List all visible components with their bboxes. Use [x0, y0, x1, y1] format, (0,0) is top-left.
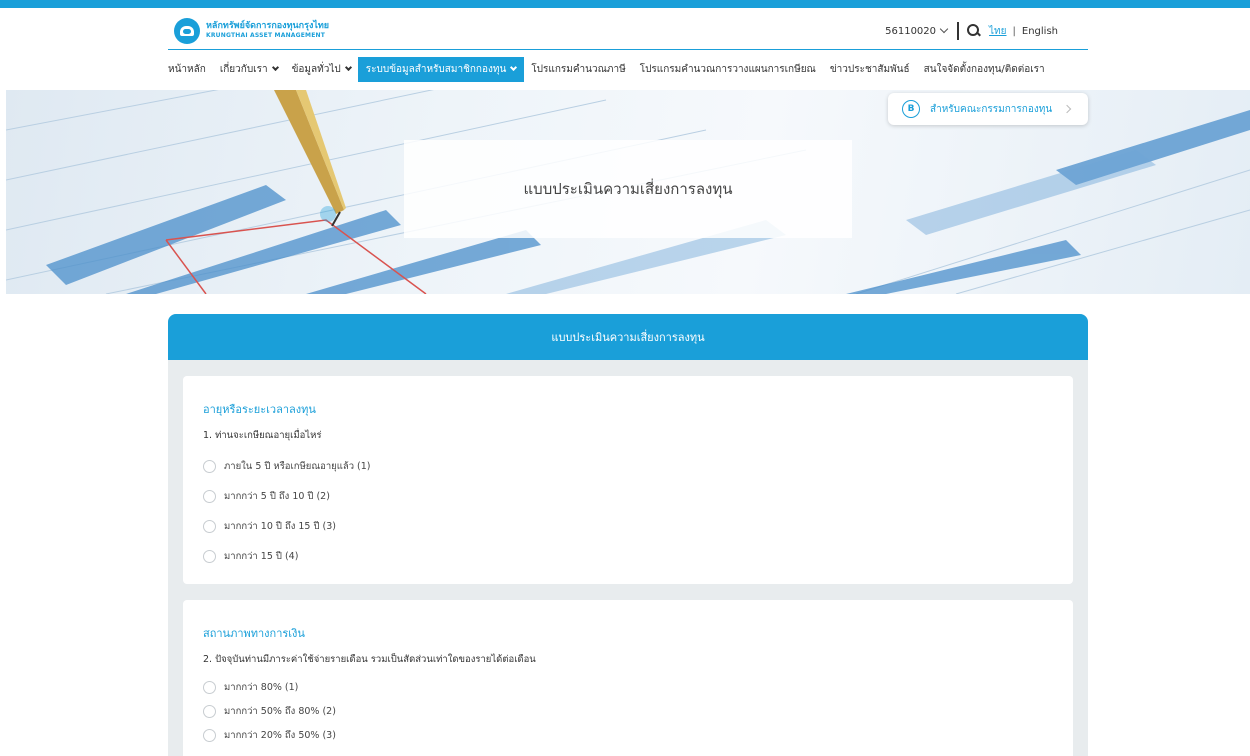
answer-option[interactable]: มากกว่า 5 ปี ถึง 10 ปี (2) [203, 481, 1053, 511]
option-label: มากกว่า 5 ปี ถึง 10 ปี (2) [224, 490, 330, 502]
radio-button[interactable] [203, 704, 216, 718]
page-title: แบบประเมินความเสี่ยงการลงทุน [523, 180, 733, 198]
logo-text-thai: หลักทรัพย์จัดการกองทุนกรุงไทย [206, 21, 330, 31]
nav-item-label: สนใจจัดตั้งกองทุน/ติดต่อเรา [923, 63, 1045, 75]
language-thai-link[interactable]: ไทย [989, 24, 1006, 39]
radio-button[interactable] [203, 728, 216, 742]
section-title: สถานภาพทางการเงิน [203, 627, 305, 640]
chevron-down-icon [271, 63, 279, 72]
option-label: ภายใน 5 ปี หรือเกษียณอายุแล้ว (1) [224, 460, 371, 472]
radio-button[interactable] [203, 459, 216, 473]
banner-title-box: แบบประเมินความเสี่ยงการลงทุน [404, 140, 852, 238]
logo-text-english: KRUNGTHAI ASSET MANAGEMENT [206, 32, 326, 39]
brand-logo[interactable]: หลักทรัพย์จัดการกองทุนกรุงไทย KRUNGTHAI … [174, 18, 329, 44]
header-utilities: 56110020 ไทย | English [885, 22, 1058, 40]
nav-item-label: ข้อมูลทั่วไป [291, 63, 341, 75]
logo-mark-icon [174, 18, 200, 44]
radio-button[interactable] [203, 549, 216, 563]
chevron-right-icon [1062, 104, 1072, 114]
section-title: อายุหรือระยะเวลาลงทุน [203, 403, 316, 416]
question-text: 2. ปัจจุบันท่านมีภาระค่าใช้จ่ายรายเดือน … [203, 654, 536, 665]
question-card: อายุหรือระยะเวลาลงทุน 1. ท่านจะเกษียณอาย… [183, 376, 1073, 584]
nav-item-general-info[interactable]: ข้อมูลทั่วไป [285, 58, 358, 81]
language-english-link[interactable]: English [1022, 26, 1058, 37]
main-nav: หน้าหลัก เกี่ยวกับเรา ข้อมูลทั่วไป ระบบข… [168, 56, 1088, 82]
committee-button-label: สำหรับคณะกรรมการกองทุน [930, 103, 1053, 115]
user-id-label: 56110020 [885, 25, 937, 37]
option-label: มากกว่า 15 ปี (4) [224, 550, 299, 562]
radio-button[interactable] [203, 489, 216, 503]
radio-button[interactable] [203, 519, 216, 533]
option-label: มากกว่า 50% ถึง 80% (2) [224, 705, 336, 717]
user-account-menu[interactable]: 56110020 [885, 24, 949, 37]
question-text: 1. ท่านจะเกษียณอายุเมื่อไหร่ [203, 430, 322, 441]
answer-option[interactable]: มากกว่า 80% (1) [203, 675, 1053, 699]
header-divider [957, 22, 960, 40]
chevron-down-icon [939, 24, 949, 34]
nav-item-label: หน้าหลัก [168, 63, 206, 75]
nav-item-label: เกี่ยวกับเรา [219, 63, 268, 75]
answer-option[interactable]: มากกว่า 15 ปี (4) [203, 541, 1053, 571]
language-separator: | [1012, 25, 1016, 37]
top-accent-bar [0, 0, 1250, 8]
nav-item-label: ระบบข้อมูลสำหรับสมาชิกกองทุน [365, 63, 507, 75]
nav-item-retirement-planner[interactable]: โปรแกรมคำนวณการวางแผนการเกษียณ [633, 58, 823, 81]
option-label: มากกว่า 80% (1) [224, 681, 299, 693]
option-label: มากกว่า 20% ถึง 50% (3) [224, 729, 336, 741]
answer-option[interactable]: ภายใน 5 ปี หรือเกษียณอายุแล้ว (1) [203, 451, 1053, 481]
hero-banner: แบบประเมินความเสี่ยงการลงทุน B สำหรับคณะ… [6, 90, 1250, 294]
nav-item-home[interactable]: หน้าหลัก [168, 58, 213, 81]
answer-option[interactable]: มากกว่า 20% ถึง 50% (3) [203, 723, 1053, 747]
radio-button[interactable] [203, 680, 216, 694]
chevron-down-icon [344, 63, 352, 72]
nav-item-member-system[interactable]: ระบบข้อมูลสำหรับสมาชิกกองทุน [357, 56, 525, 82]
nav-item-about[interactable]: เกี่ยวกับเรา [213, 58, 285, 81]
nav-item-label: โปรแกรมคำนวณภาษี [531, 63, 626, 75]
nav-item-contact[interactable]: สนใจจัดตั้งกองทุน/ติดต่อเรา [917, 58, 1052, 81]
nav-item-tax-calculator[interactable]: โปรแกรมคำนวณภาษี [524, 58, 632, 81]
search-icon[interactable] [967, 24, 981, 38]
answer-option[interactable]: มากกว่า 50% ถึง 80% (2) [203, 699, 1053, 723]
chevron-down-icon [510, 63, 518, 72]
site-header: หลักทรัพย์จัดการกองทุนกรุงไทย KRUNGTHAI … [168, 14, 1088, 50]
question-card: สถานภาพทางการเงิน 2. ปัจจุบันท่านมีภาระค… [183, 600, 1073, 756]
nav-item-label: ข่าวประชาสัมพันธ์ [829, 63, 910, 75]
committee-button[interactable]: B สำหรับคณะกรรมการกองทุน [888, 93, 1088, 125]
option-label: มากกว่า 10 ปี ถึง 15 ปี (3) [224, 520, 336, 532]
form-header: แบบประเมินความเสี่ยงการลงทุน [168, 314, 1088, 360]
nav-item-label: โปรแกรมคำนวณการวางแผนการเกษียณ [639, 63, 816, 75]
committee-b-icon: B [902, 100, 920, 118]
form-header-title: แบบประเมินความเสี่ยงการลงทุน [551, 331, 705, 344]
answer-option[interactable]: มากกว่า 10 ปี ถึง 15 ปี (3) [203, 511, 1053, 541]
risk-assessment-form: แบบประเมินความเสี่ยงการลงทุน อายุหรือระย… [168, 314, 1088, 756]
nav-item-news[interactable]: ข่าวประชาสัมพันธ์ [823, 58, 917, 81]
